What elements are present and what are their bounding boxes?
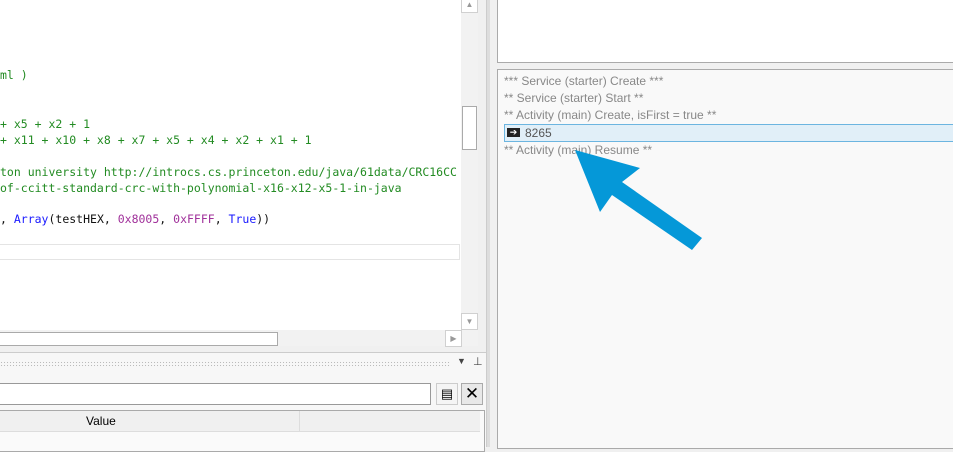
code-token: of-ccitt-standard-crc-with-polynomial-x1…: [0, 181, 402, 195]
code-token: ,: [214, 212, 229, 226]
panel-grip[interactable]: [0, 361, 450, 367]
code-line: , Array(testHEX, 0x8005, 0xFFFF, True)): [0, 212, 270, 226]
scroll-up-button[interactable]: ▲: [461, 0, 478, 13]
variables-table: Value: [0, 410, 485, 452]
scroll-down-button[interactable]: ▼: [461, 313, 478, 330]
designer-pane: [497, 0, 953, 63]
calculator-icon[interactable]: ▤: [436, 383, 458, 405]
column-header-value[interactable]: Value: [0, 411, 300, 432]
dropdown-icon[interactable]: ▼: [457, 356, 466, 366]
arrow-shape: [575, 150, 702, 250]
pin-icon[interactable]: ⊥: [473, 355, 483, 368]
code-token: (testHEX,: [48, 212, 118, 226]
code-line: ton university http://introcs.cs.princet…: [0, 165, 457, 179]
code-line: + x11 + x10 + x8 + x7 + x5 + x4 + x2 + x…: [0, 133, 312, 147]
code-token: )): [256, 212, 271, 226]
current-line-highlight: [0, 244, 460, 260]
code-token: ton university http://introcs.cs.princet…: [0, 165, 457, 179]
code-token: ,: [159, 212, 174, 226]
scroll-thumb[interactable]: [462, 106, 477, 150]
splitter[interactable]: [486, 0, 490, 447]
code-token: ml ): [0, 68, 28, 82]
code-token: 0x8005: [117, 212, 160, 226]
code-editor[interactable]: ml ) + x5 + x2 + 1 + x11 + x10 + x8 + x7…: [0, 0, 461, 330]
search-input[interactable]: [0, 383, 431, 405]
code-line: of-ccitt-standard-crc-with-polynomial-x1…: [0, 181, 402, 195]
log-panel[interactable]: *** Service (starter) Create *** ** Serv…: [497, 69, 953, 449]
pointer-arrow-annotation: [575, 150, 702, 250]
code-line: ml ): [0, 68, 28, 82]
code-token: Array: [13, 212, 49, 226]
vertical-scrollbar[interactable]: ▲ ▼: [461, 0, 478, 330]
close-icon[interactable]: ✕: [461, 383, 483, 405]
code-token: + x11 + x10 + x8 + x7 + x5 + x4 + x2 + x…: [0, 133, 312, 147]
scroll-thumb[interactable]: [0, 332, 278, 346]
horizontal-scrollbar[interactable]: ▶: [0, 330, 478, 347]
scroll-right-button[interactable]: ▶: [445, 330, 462, 347]
variables-panel: ▼ ⊥ ▤ ✕ Value: [0, 352, 486, 452]
code-token: 0xFFFF: [173, 212, 215, 226]
log-line: *** Service (starter) Create ***: [504, 74, 664, 88]
code-token: ,: [0, 212, 14, 226]
column-header-blank: [300, 411, 480, 432]
log-line: ** Service (starter) Start **: [504, 91, 644, 105]
code-token: + x5 + x2 + 1: [0, 117, 91, 131]
code-line: + x5 + x2 + 1: [0, 117, 90, 131]
arrow-right-icon: ➔: [507, 128, 520, 137]
code-token: True: [228, 212, 257, 226]
log-line: ** Activity (main) Create, isFirst = tru…: [504, 108, 717, 122]
